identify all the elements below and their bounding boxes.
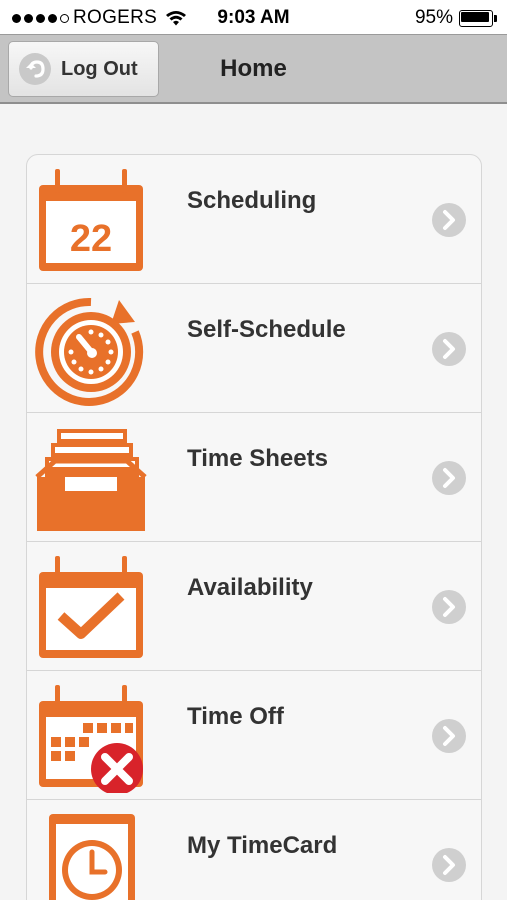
menu-item-label: Self-Schedule bbox=[187, 316, 346, 343]
battery-icon bbox=[459, 9, 497, 27]
chevron-right-icon bbox=[432, 848, 466, 882]
navigation-bar: Log Out Home bbox=[0, 34, 507, 104]
stopwatch-refresh-icon bbox=[35, 297, 144, 406]
log-out-button[interactable]: Log Out bbox=[8, 41, 159, 97]
status-right: 95% bbox=[415, 7, 497, 29]
calendar-cancel-icon bbox=[39, 685, 143, 793]
calendar-day-number: 22 bbox=[70, 218, 112, 260]
logout-arrow-icon bbox=[19, 53, 51, 85]
menu-item-my-timecard[interactable]: My TimeCard bbox=[27, 800, 481, 900]
menu-item-label: Time Sheets bbox=[187, 445, 328, 472]
calendar-22-icon: 22 bbox=[39, 169, 143, 271]
page-title: Home bbox=[220, 55, 287, 82]
menu-item-scheduling[interactable]: 22 Scheduling bbox=[27, 155, 481, 284]
menu-item-self-schedule[interactable]: Self-Schedule bbox=[27, 284, 481, 413]
chevron-right-icon bbox=[432, 461, 466, 495]
battery-percent: 95% bbox=[414, 7, 453, 28]
menu-item-label: Availability bbox=[187, 574, 313, 601]
log-out-label: Log Out bbox=[61, 57, 138, 80]
menu-item-time-sheets[interactable]: Time Sheets bbox=[27, 413, 481, 542]
menu-item-availability[interactable]: Availability bbox=[27, 542, 481, 671]
menu-item-time-off[interactable]: Time Off bbox=[27, 671, 481, 800]
calendar-check-icon bbox=[39, 556, 143, 658]
chevron-right-icon bbox=[432, 332, 466, 366]
chevron-right-icon bbox=[432, 590, 466, 624]
menu-item-label: My TimeCard bbox=[187, 832, 338, 859]
chevron-right-icon bbox=[432, 203, 466, 237]
menu-item-label: Time Off bbox=[187, 703, 284, 730]
chevron-right-icon bbox=[432, 719, 466, 753]
home-menu-list: 22 Scheduling Self-Schedule Time Sheets … bbox=[26, 154, 482, 900]
file-tray-icon bbox=[35, 429, 147, 531]
timecard-clock-icon bbox=[49, 814, 135, 900]
menu-item-label: Scheduling bbox=[187, 187, 317, 214]
status-bar: ROGERS 9:03 AM 95% bbox=[0, 0, 507, 34]
